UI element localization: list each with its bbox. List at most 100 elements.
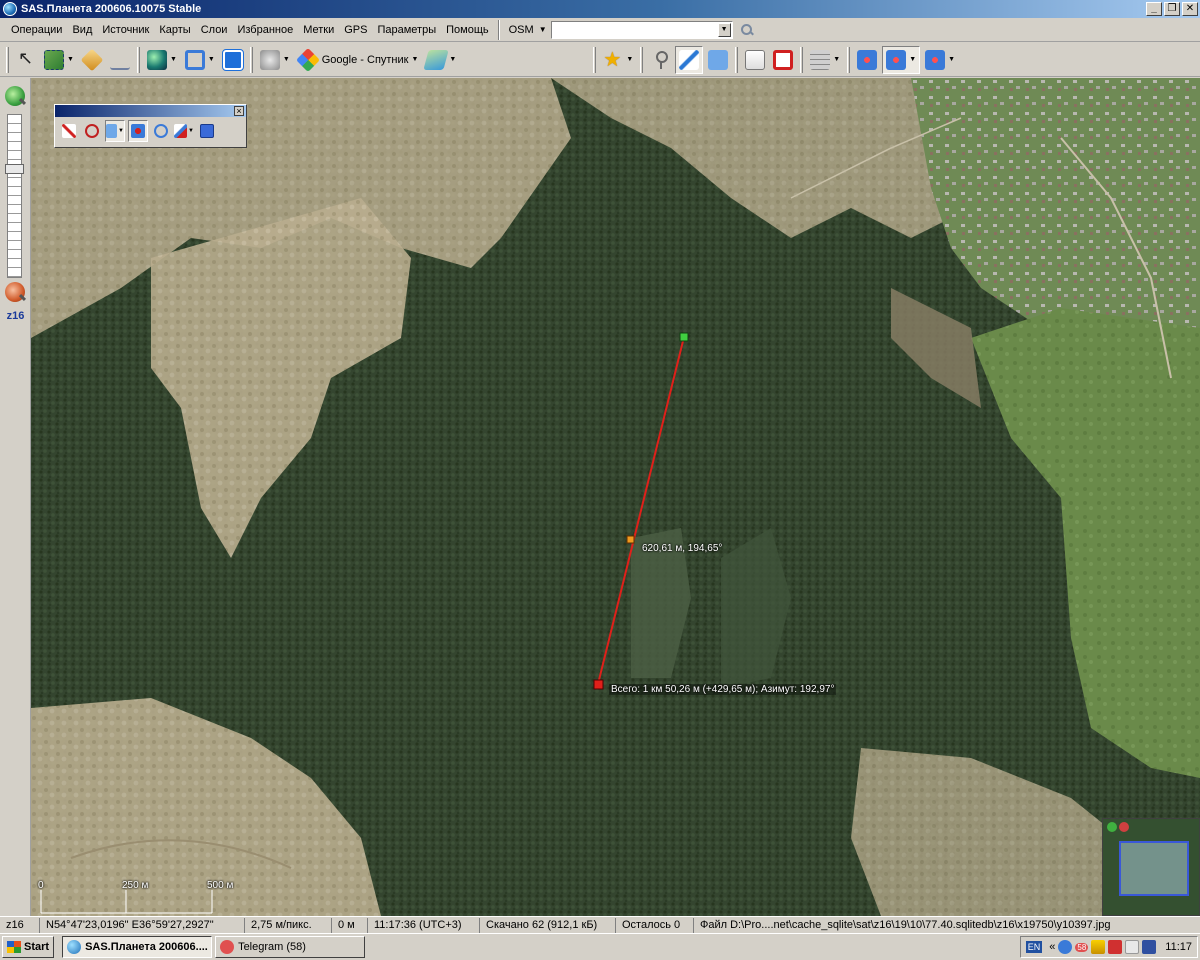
minimap-zoom-out-icon[interactable] [1119, 822, 1129, 832]
menu-source[interactable]: Источник [97, 20, 154, 40]
zoom-in-button[interactable] [5, 86, 25, 106]
telegram-icon [220, 940, 235, 954]
panel-close-button[interactable]: × [234, 106, 244, 116]
menu-help[interactable]: Помощь [441, 20, 494, 40]
map-type-select[interactable]: Google - Спутник ▼ [295, 46, 422, 74]
measure-mode-button[interactable] [128, 120, 148, 142]
move-cursor-button[interactable] [13, 46, 39, 74]
measure-start-point[interactable] [679, 332, 689, 342]
minimap-zoom-in-icon[interactable] [1107, 822, 1117, 832]
fullscreen-icon [221, 48, 244, 71]
ruler-button[interactable] [79, 46, 105, 74]
favorites-button[interactable]: ▼ [600, 46, 636, 74]
toolbar-grip[interactable] [136, 46, 140, 73]
toolbar-grip[interactable] [735, 46, 739, 73]
save-path-button[interactable] [197, 120, 217, 142]
status-elevation: 0 м [332, 917, 368, 933]
toolbar-grip[interactable] [249, 46, 253, 73]
minimap-viewport[interactable] [1119, 841, 1189, 896]
gps-center-button[interactable]: ▼ [922, 46, 958, 74]
measure-end-point[interactable] [593, 679, 604, 690]
add-placemark-button[interactable] [647, 46, 673, 74]
menu-view[interactable]: Вид [67, 20, 97, 40]
hide-marks-button[interactable] [770, 46, 796, 74]
task-label: Telegram (58) [238, 941, 306, 953]
globe-button[interactable]: ▼ [144, 46, 180, 74]
gps-connect-button[interactable] [854, 46, 880, 74]
toolbar-grip[interactable] [800, 46, 804, 73]
task-sas-planet[interactable]: SAS.Планета 200606.... [62, 936, 213, 958]
path-mode-button[interactable]: ▼ [105, 120, 125, 142]
network-icon[interactable] [1058, 940, 1073, 954]
add-path-button[interactable] [675, 45, 704, 74]
tray-expand-chevron-icon[interactable]: « [1049, 941, 1055, 953]
toolbar-grip[interactable] [593, 46, 597, 73]
favorites-star-icon [603, 47, 623, 72]
select-area-icon [44, 49, 64, 70]
status-zoom: z16 [0, 917, 40, 933]
menu-favorites[interactable]: Избранное [232, 20, 298, 40]
toolbar-grip[interactable] [6, 46, 9, 73]
status-coords: N54°47'23,0196" E36°59'27,2927" [40, 917, 245, 933]
menu-settings[interactable]: Параметры [372, 20, 441, 40]
gps-track-button[interactable]: ▼ [882, 45, 921, 74]
close-button[interactable]: ✕ [1182, 2, 1198, 16]
device-icon[interactable] [1142, 940, 1157, 954]
zoom-tool-button[interactable]: ▼ [182, 46, 218, 74]
search-icon[interactable] [739, 22, 755, 38]
clock[interactable]: 11:17 [1165, 941, 1192, 953]
status-file: Файл D:\Pro....net\cache_sqlite\sat\z16\… [700, 918, 1111, 931]
toolbar-grip[interactable] [640, 46, 644, 73]
search-input[interactable]: ▼ [550, 20, 733, 39]
telegram-tray-badge[interactable]: 58 [1075, 942, 1089, 952]
compass-button[interactable] [107, 46, 133, 74]
satellite-button[interactable]: ▼ [257, 46, 293, 74]
layers-button[interactable]: ▼ [423, 46, 459, 74]
menu-layers[interactable]: Слои [196, 20, 233, 40]
cache-icon [810, 49, 831, 70]
measure-mid-point[interactable] [626, 535, 635, 544]
restore-button[interactable]: ❐ [1164, 2, 1180, 16]
map-view[interactable]: 620,61 м, 194,65° Всего: 1 км 50,26 м (+… [31, 78, 1200, 916]
search-dropdown-button[interactable]: ▼ [717, 22, 731, 37]
menu-operations[interactable]: Операции [6, 20, 67, 40]
globe-icon [146, 49, 167, 70]
zoom-out-button[interactable] [5, 282, 25, 302]
status-remaining: Осталось 0 [616, 917, 694, 933]
cut-button[interactable] [82, 120, 102, 142]
zoom-slider-thumb[interactable] [5, 164, 24, 174]
chevron-down-icon: ▼ [833, 56, 841, 63]
sas-planet-icon [67, 940, 82, 954]
save-icon [200, 124, 214, 138]
chevron-down-icon: ▼ [118, 128, 124, 134]
gps-track-icon [886, 49, 907, 70]
fullscreen-button[interactable] [220, 46, 246, 74]
zoom-to-path-button[interactable] [151, 120, 171, 142]
language-indicator[interactable]: EN [1025, 941, 1043, 953]
warning-icon[interactable] [1091, 940, 1106, 954]
toolbar-grip[interactable] [847, 46, 851, 73]
menu-maps[interactable]: Карты [154, 20, 195, 40]
map-source-select[interactable]: OSM ▼ [506, 24, 549, 36]
task-telegram[interactable]: Telegram (58) [215, 936, 366, 958]
elevation-button[interactable]: ▼ [174, 120, 194, 142]
marks-list-button[interactable] [742, 46, 768, 74]
antivirus-shield-icon[interactable] [1108, 940, 1123, 954]
panel-titlebar[interactable]: × [55, 105, 246, 117]
add-polygon-button[interactable] [705, 46, 731, 74]
minimize-button[interactable]: _ [1146, 2, 1162, 16]
marks-list-icon [745, 49, 766, 70]
add-point-button[interactable] [59, 120, 79, 142]
select-area-button[interactable]: ▼ [41, 46, 77, 74]
chevron-down-icon: ▼ [67, 56, 74, 63]
chevron-down-icon: ▼ [188, 128, 194, 134]
cache-button[interactable]: ▼ [807, 46, 843, 74]
zoom-level-label: z16 [6, 310, 25, 322]
zoom-slider-track[interactable] [7, 114, 22, 278]
volume-icon[interactable] [1125, 940, 1140, 954]
menu-marks[interactable]: Метки [298, 20, 339, 40]
start-button[interactable]: Start [2, 936, 55, 958]
menu-gps[interactable]: GPS [339, 20, 372, 40]
minimap[interactable] [1102, 818, 1200, 916]
gps-icon [857, 49, 878, 70]
